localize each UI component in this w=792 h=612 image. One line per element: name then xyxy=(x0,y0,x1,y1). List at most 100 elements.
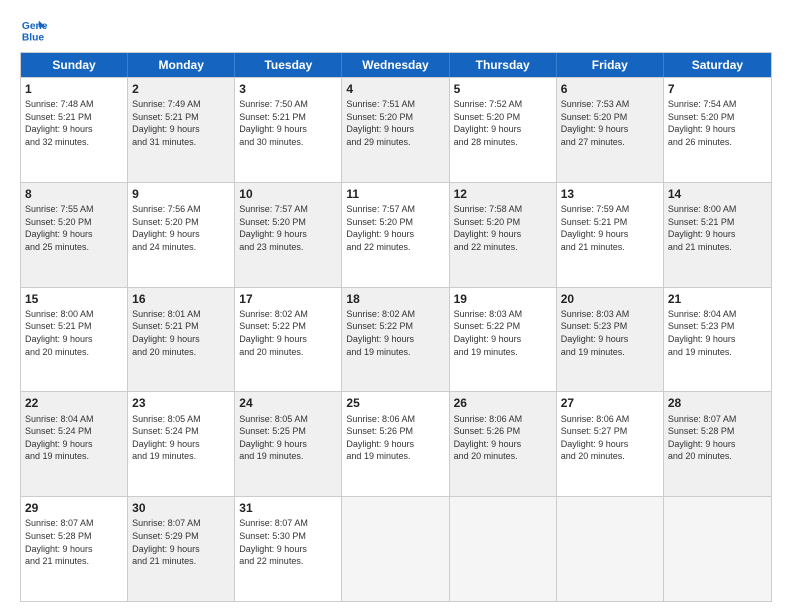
day-info: Sunrise: 8:05 AM Sunset: 5:25 PM Dayligh… xyxy=(239,413,337,463)
day-number: 24 xyxy=(239,395,337,411)
day-number: 15 xyxy=(25,291,123,307)
calendar-cell-w1d6: 14Sunrise: 8:00 AM Sunset: 5:21 PM Dayli… xyxy=(664,183,771,287)
day-number: 26 xyxy=(454,395,552,411)
day-info: Sunrise: 8:02 AM Sunset: 5:22 PM Dayligh… xyxy=(346,308,444,358)
calendar-cell-w2d2: 17Sunrise: 8:02 AM Sunset: 5:22 PM Dayli… xyxy=(235,288,342,392)
day-number: 4 xyxy=(346,81,444,97)
day-number: 6 xyxy=(561,81,659,97)
day-info: Sunrise: 7:57 AM Sunset: 5:20 PM Dayligh… xyxy=(346,203,444,253)
calendar-cell-w2d5: 20Sunrise: 8:03 AM Sunset: 5:23 PM Dayli… xyxy=(557,288,664,392)
calendar-body: 1Sunrise: 7:48 AM Sunset: 5:21 PM Daylig… xyxy=(21,77,771,601)
header-day-friday: Friday xyxy=(557,53,664,77)
calendar-cell-w1d4: 12Sunrise: 7:58 AM Sunset: 5:20 PM Dayli… xyxy=(450,183,557,287)
calendar-cell-w4d3 xyxy=(342,497,449,601)
day-number: 22 xyxy=(25,395,123,411)
calendar-cell-w3d5: 27 Sunrise: 8:06 AM Sunset: 5:27 PM Dayli… xyxy=(557,392,664,496)
day-number: 27 xyxy=(561,395,659,411)
day-number: 3 xyxy=(239,81,337,97)
calendar-cell-w0d5: 6Sunrise: 7:53 AM Sunset: 5:20 PM Daylig… xyxy=(557,78,664,182)
calendar-cell-w1d5: 13Sunrise: 7:59 AM Sunset: 5:21 PM Dayli… xyxy=(557,183,664,287)
day-info: Sunrise: 8:06 AM Sunset: 5:26 PM Dayligh… xyxy=(454,413,552,463)
calendar-cell-w3d4: 26 Sunrise: 8:06 AM Sunset: 5:26 PM Dayli… xyxy=(450,392,557,496)
day-info: Sunrise: 8:00 AM Sunset: 5:21 PM Dayligh… xyxy=(25,308,123,358)
calendar-cell-w4d1: 30Sunrise: 8:07 AM Sunset: 5:29 PM Dayli… xyxy=(128,497,235,601)
day-number: 9 xyxy=(132,186,230,202)
day-info: Sunrise: 8:00 AM Sunset: 5:21 PM Dayligh… xyxy=(668,203,767,253)
day-info: Sunrise: 7:57 AM Sunset: 5:20 PM Dayligh… xyxy=(239,203,337,253)
calendar-cell-w1d2: 10Sunrise: 7:57 AM Sunset: 5:20 PM Dayli… xyxy=(235,183,342,287)
day-info: Sunrise: 7:55 AM Sunset: 5:20 PM Dayligh… xyxy=(25,203,123,253)
day-number: 19 xyxy=(454,291,552,307)
calendar-cell-w4d6 xyxy=(664,497,771,601)
calendar-row-0: 1Sunrise: 7:48 AM Sunset: 5:21 PM Daylig… xyxy=(21,77,771,182)
day-info: Sunrise: 8:05 AM Sunset: 5:24 PM Dayligh… xyxy=(132,413,230,463)
calendar-cell-w3d0: 22Sunrise: 8:04 AM Sunset: 5:24 PM Dayli… xyxy=(21,392,128,496)
day-number: 23 xyxy=(132,395,230,411)
calendar-row-4: 29Sunrise: 8:07 AM Sunset: 5:28 PM Dayli… xyxy=(21,496,771,601)
day-info: Sunrise: 8:02 AM Sunset: 5:22 PM Dayligh… xyxy=(239,308,337,358)
day-number: 5 xyxy=(454,81,552,97)
day-info: Sunrise: 7:51 AM Sunset: 5:20 PM Dayligh… xyxy=(346,98,444,148)
day-info: Sunrise: 7:49 AM Sunset: 5:21 PM Dayligh… xyxy=(132,98,230,148)
day-info: Sunrise: 8:07 AM Sunset: 5:29 PM Dayligh… xyxy=(132,517,230,567)
calendar-cell-w2d3: 18Sunrise: 8:02 AM Sunset: 5:22 PM Dayli… xyxy=(342,288,449,392)
header-day-tuesday: Tuesday xyxy=(235,53,342,77)
day-info: Sunrise: 8:07 AM Sunset: 5:28 PM Dayligh… xyxy=(25,517,123,567)
calendar-row-2: 15Sunrise: 8:00 AM Sunset: 5:21 PM Dayli… xyxy=(21,287,771,392)
header-day-thursday: Thursday xyxy=(450,53,557,77)
calendar-row-1: 8Sunrise: 7:55 AM Sunset: 5:20 PM Daylig… xyxy=(21,182,771,287)
day-number: 10 xyxy=(239,186,337,202)
calendar-cell-w0d4: 5Sunrise: 7:52 AM Sunset: 5:20 PM Daylig… xyxy=(450,78,557,182)
day-number: 8 xyxy=(25,186,123,202)
header-day-saturday: Saturday xyxy=(664,53,771,77)
calendar-cell-w3d1: 23 Sunrise: 8:05 AM Sunset: 5:24 PM Dayli… xyxy=(128,392,235,496)
calendar: SundayMondayTuesdayWednesdayThursdayFrid… xyxy=(20,52,772,602)
calendar-cell-w1d1: 9Sunrise: 7:56 AM Sunset: 5:20 PM Daylig… xyxy=(128,183,235,287)
day-info: Sunrise: 8:01 AM Sunset: 5:21 PM Dayligh… xyxy=(132,308,230,358)
day-number: 20 xyxy=(561,291,659,307)
day-number: 13 xyxy=(561,186,659,202)
day-info: Sunrise: 7:48 AM Sunset: 5:21 PM Dayligh… xyxy=(25,98,123,148)
header-day-wednesday: Wednesday xyxy=(342,53,449,77)
calendar-cell-w0d0: 1Sunrise: 7:48 AM Sunset: 5:21 PM Daylig… xyxy=(21,78,128,182)
calendar-cell-w2d6: 21Sunrise: 8:04 AM Sunset: 5:23 PM Dayli… xyxy=(664,288,771,392)
day-number: 18 xyxy=(346,291,444,307)
day-info: Sunrise: 7:59 AM Sunset: 5:21 PM Dayligh… xyxy=(561,203,659,253)
calendar-cell-w3d6: 28Sunrise: 8:07 AM Sunset: 5:28 PM Dayli… xyxy=(664,392,771,496)
page: General Blue SundayMondayTuesdayWednesda… xyxy=(0,0,792,612)
header-day-sunday: Sunday xyxy=(21,53,128,77)
day-info: Sunrise: 7:52 AM Sunset: 5:20 PM Dayligh… xyxy=(454,98,552,148)
day-number: 1 xyxy=(25,81,123,97)
day-number: 17 xyxy=(239,291,337,307)
day-number: 7 xyxy=(668,81,767,97)
day-info: Sunrise: 8:07 AM Sunset: 5:30 PM Dayligh… xyxy=(239,517,337,567)
header: General Blue xyxy=(20,16,772,44)
calendar-cell-w4d4 xyxy=(450,497,557,601)
calendar-header: SundayMondayTuesdayWednesdayThursdayFrid… xyxy=(21,53,771,77)
calendar-cell-w2d0: 15Sunrise: 8:00 AM Sunset: 5:21 PM Dayli… xyxy=(21,288,128,392)
day-info: Sunrise: 8:03 AM Sunset: 5:22 PM Dayligh… xyxy=(454,308,552,358)
calendar-cell-w1d3: 11Sunrise: 7:57 AM Sunset: 5:20 PM Dayli… xyxy=(342,183,449,287)
day-number: 21 xyxy=(668,291,767,307)
day-number: 31 xyxy=(239,500,337,516)
day-number: 11 xyxy=(346,186,444,202)
day-number: 16 xyxy=(132,291,230,307)
day-info: Sunrise: 7:50 AM Sunset: 5:21 PM Dayligh… xyxy=(239,98,337,148)
calendar-cell-w3d2: 24 Sunrise: 8:05 AM Sunset: 5:25 PM Dayli… xyxy=(235,392,342,496)
calendar-cell-w4d5 xyxy=(557,497,664,601)
calendar-cell-w0d2: 3Sunrise: 7:50 AM Sunset: 5:21 PM Daylig… xyxy=(235,78,342,182)
calendar-cell-w2d1: 16Sunrise: 8:01 AM Sunset: 5:21 PM Dayli… xyxy=(128,288,235,392)
day-info: Sunrise: 7:58 AM Sunset: 5:20 PM Dayligh… xyxy=(454,203,552,253)
day-number: 28 xyxy=(668,395,767,411)
calendar-cell-w0d6: 7Sunrise: 7:54 AM Sunset: 5:20 PM Daylig… xyxy=(664,78,771,182)
calendar-cell-w3d3: 25Sunrise: 8:06 AM Sunset: 5:26 PM Dayli… xyxy=(342,392,449,496)
day-number: 29 xyxy=(25,500,123,516)
calendar-cell-w1d0: 8Sunrise: 7:55 AM Sunset: 5:20 PM Daylig… xyxy=(21,183,128,287)
day-info: Sunrise: 7:53 AM Sunset: 5:20 PM Dayligh… xyxy=(561,98,659,148)
day-info: Sunrise: 7:56 AM Sunset: 5:20 PM Dayligh… xyxy=(132,203,230,253)
day-info: Sunrise: 7:54 AM Sunset: 5:20 PM Dayligh… xyxy=(668,98,767,148)
logo-icon: General Blue xyxy=(20,16,48,44)
day-info: Sunrise: 8:06 AM Sunset: 5:27 PM Dayligh… xyxy=(561,413,659,463)
calendar-cell-w0d1: 2Sunrise: 7:49 AM Sunset: 5:21 PM Daylig… xyxy=(128,78,235,182)
day-number: 30 xyxy=(132,500,230,516)
